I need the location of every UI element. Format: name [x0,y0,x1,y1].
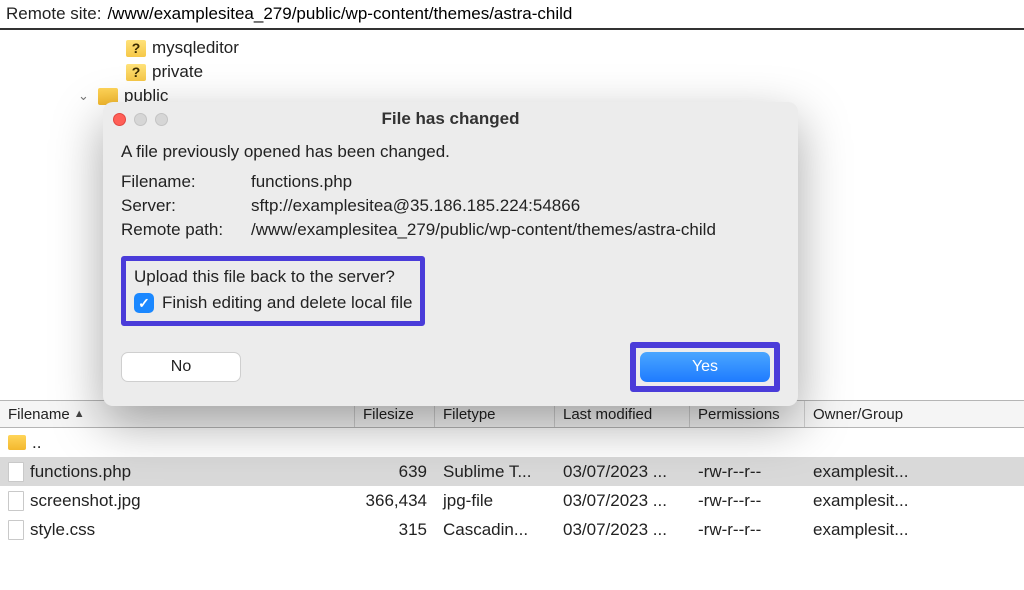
column-label: Filetype [443,406,496,423]
file-permissions: -rw-r--r-- [690,462,805,482]
sort-asc-icon: ▲ [74,408,85,420]
file-name: style.css [30,520,95,540]
tree-item-label: private [152,62,203,82]
tree-item-mysqleditor[interactable]: ? mysqleditor [106,36,1024,60]
tree-item-private[interactable]: ? private [106,60,1024,84]
column-label: Filesize [363,406,414,423]
value-server: sftp://examplesitea@35.186.185.224:54866 [251,196,580,216]
upload-section-highlight: Upload this file back to the server? ✓ F… [121,256,425,326]
file-row[interactable]: screenshot.jpg 366,434 jpg-file 03/07/20… [0,486,1024,515]
file-row[interactable]: style.css 315 Cascadin... 03/07/2023 ...… [0,515,1024,544]
column-label: Permissions [698,406,780,423]
dialog-message: A file previously opened has been change… [121,142,780,162]
dialog-titlebar: File has changed [103,102,798,136]
file-permissions: -rw-r--r-- [690,520,805,540]
remote-path-input[interactable] [107,4,1018,24]
finish-editing-checkbox[interactable]: ✓ [134,293,154,313]
file-type: Cascadin... [435,520,555,540]
file-modified: 03/07/2023 ... [555,491,690,511]
folder-icon [8,435,26,450]
file-modified: 03/07/2023 ... [555,520,690,540]
file-icon [8,491,24,511]
file-type: jpg-file [435,491,555,511]
yes-button-label: Yes [692,358,718,376]
tree-item-label: mysqleditor [152,38,239,58]
file-type: Sublime T... [435,462,555,482]
file-name: screenshot.jpg [30,491,141,511]
file-size: 315 [355,520,435,540]
column-label: Filename [8,406,70,423]
folder-question-icon: ? [126,64,146,81]
file-permissions: -rw-r--r-- [690,491,805,511]
file-list[interactable]: .. functions.php 639 Sublime T... 03/07/… [0,428,1024,544]
file-changed-dialog: File has changed A file previously opene… [103,102,798,406]
dialog-title: File has changed [103,109,798,129]
remote-site-bar: Remote site: [0,0,1024,30]
no-button[interactable]: No [121,352,241,382]
file-size: 639 [355,462,435,482]
file-name: functions.php [30,462,131,482]
file-size: 366,434 [355,491,435,511]
yes-button-highlight: Yes [630,342,780,392]
column-label: Last modified [563,406,652,423]
parent-dir-row[interactable]: .. [0,428,1024,457]
file-icon [8,462,24,482]
file-icon [8,520,24,540]
value-filename: functions.php [251,172,352,192]
no-button-label: No [171,358,191,376]
remote-site-label: Remote site: [6,4,101,24]
yes-button[interactable]: Yes [640,352,770,382]
file-owner: examplesit... [805,462,945,482]
column-owner[interactable]: Owner/Group [805,401,945,427]
finish-editing-label: Finish editing and delete local file [162,293,412,313]
file-modified: 03/07/2023 ... [555,462,690,482]
file-row[interactable]: functions.php 639 Sublime T... 03/07/202… [0,457,1024,486]
upload-question: Upload this file back to the server? [134,267,412,287]
file-name: .. [32,433,41,453]
file-owner: examplesit... [805,491,945,511]
value-remote-path: /www/examplesitea_279/public/wp-content/… [251,220,716,240]
label-server: Server: [121,196,251,216]
label-remote-path: Remote path: [121,220,251,240]
column-label: Owner/Group [813,406,903,423]
chevron-down-icon[interactable]: ⌄ [78,88,92,104]
file-owner: examplesit... [805,520,945,540]
folder-question-icon: ? [126,40,146,57]
label-filename: Filename: [121,172,251,192]
